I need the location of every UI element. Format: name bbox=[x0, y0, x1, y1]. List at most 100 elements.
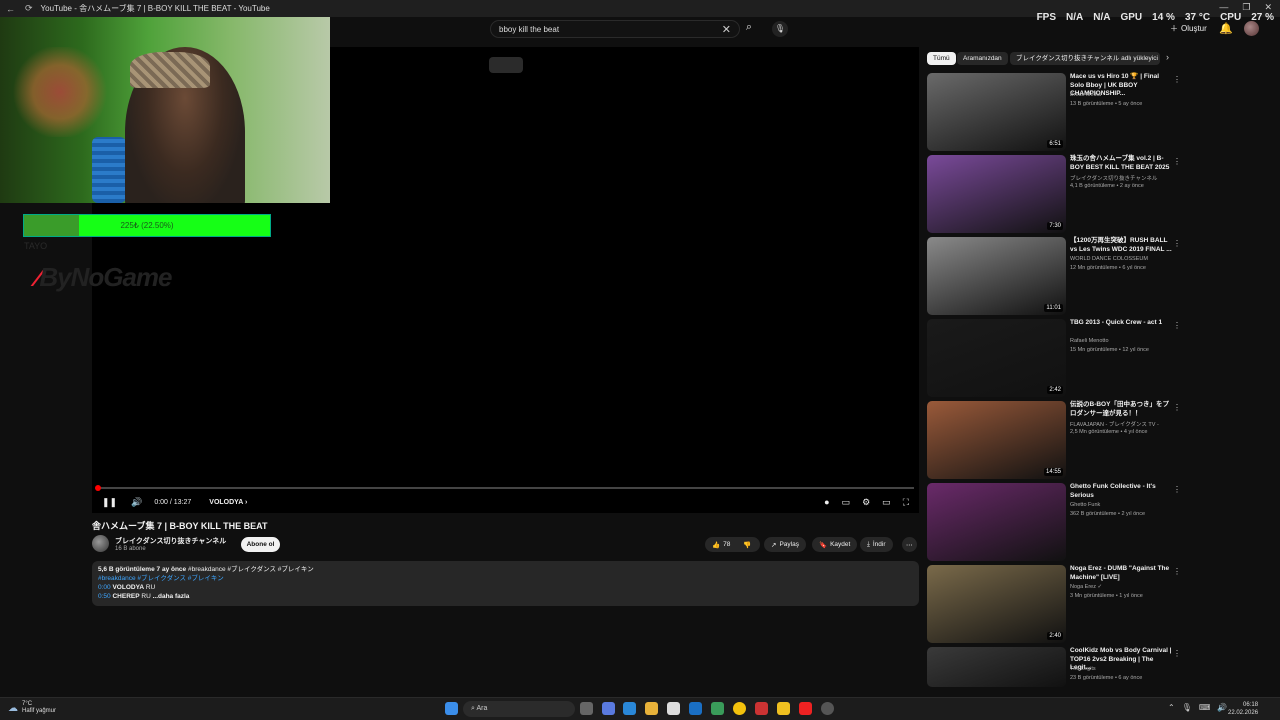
mic-tray-icon[interactable]: 🎙 bbox=[1182, 703, 1192, 712]
reload-icon[interactable]: ⟳ bbox=[25, 3, 33, 14]
recommendation-channel[interactable]: Break Media bbox=[1070, 92, 1101, 98]
chevron-right-icon[interactable]: › bbox=[1166, 52, 1169, 62]
description-box[interactable]: 5,6 B görüntüleme 7 ay önce #breakdance … bbox=[92, 561, 919, 606]
pause-icon[interactable]: ❚❚ bbox=[102, 497, 117, 508]
video-thumbnail[interactable]: 2:42 bbox=[927, 319, 1066, 397]
microphone-icon[interactable]: 🎙 bbox=[772, 21, 788, 37]
hashtags[interactable]: #breakdance #ブレイクダンス #ブレイキン bbox=[188, 566, 314, 573]
thumbs-up-icon[interactable]: 👍 bbox=[712, 541, 720, 549]
chrome-icon[interactable] bbox=[733, 702, 746, 715]
channel-name[interactable]: ブレイクダンス切り抜きチャンネル bbox=[115, 536, 226, 546]
recommendation-title[interactable]: TBG 2013 - Quick Crew - act 1 bbox=[1070, 319, 1174, 328]
like-count[interactable]: 78 bbox=[723, 541, 730, 548]
scrubber-handle[interactable] bbox=[95, 485, 101, 491]
recommendation-channel[interactable]: Noga Erez ✓ bbox=[1070, 584, 1102, 590]
settings-icon[interactable]: ⚙ bbox=[862, 497, 870, 508]
search-input[interactable] bbox=[499, 24, 722, 34]
more-vert-icon[interactable]: ⋮ bbox=[1173, 239, 1181, 248]
network-icon[interactable]: ⌨ bbox=[1199, 703, 1211, 712]
progress-bar[interactable] bbox=[95, 485, 914, 491]
store-icon[interactable] bbox=[667, 702, 680, 715]
more-vert-icon[interactable]: ⋮ bbox=[1173, 567, 1181, 576]
recommendation-channel[interactable]: Ghetto Funk bbox=[1070, 502, 1100, 508]
recommendation-channel[interactable]: ブレイクダンス切り抜きチャンネル bbox=[1070, 174, 1157, 182]
outlook-icon[interactable] bbox=[689, 702, 702, 715]
taskbar-search[interactable]: ⌕ Ara bbox=[463, 701, 575, 717]
recommendation-item[interactable]: 7:30 珠玉の舎ハメムーブ集 vol.2 | B-BOY BEST KILL T… bbox=[927, 155, 1187, 233]
recommendation-item[interactable]: Ghetto Funk Collective - It's Serious Ghe… bbox=[927, 483, 1187, 561]
channel-avatar[interactable] bbox=[92, 535, 109, 552]
more-vert-icon[interactable]: ⋮ bbox=[1173, 485, 1181, 494]
app-yellow-icon[interactable] bbox=[777, 702, 790, 715]
download-button[interactable]: ⤓ İndir bbox=[860, 537, 893, 552]
bell-icon[interactable]: 🔔 bbox=[1219, 22, 1233, 35]
youtube-icon[interactable] bbox=[799, 702, 812, 715]
more-vert-icon[interactable]: ⋮ bbox=[1173, 403, 1181, 412]
video-thumbnail[interactable]: 7:30 bbox=[927, 155, 1066, 233]
clear-search-icon[interactable]: ✕ bbox=[722, 23, 731, 36]
recommendation-item[interactable]: 6:51 Mace us vs Hiro 10 🏆 | Final Solo Bb… bbox=[927, 73, 1187, 151]
recommendation-title[interactable]: 珠玉の舎ハメムーブ集 vol.2 | B-BOY BEST KILL THE B… bbox=[1070, 155, 1174, 172]
chip-all[interactable]: Tümü bbox=[927, 52, 956, 65]
chevron-up-icon[interactable]: ⌃ bbox=[1168, 703, 1175, 712]
recommendation-item[interactable]: 11:01 【1200万再生突破】RUSH BALL vs Les Twins W… bbox=[927, 237, 1187, 315]
theater-mode-icon[interactable]: ▭ bbox=[882, 497, 891, 508]
fullscreen-icon[interactable]: ⛶ bbox=[903, 497, 909, 508]
video-thumbnail[interactable] bbox=[927, 647, 1066, 687]
recommendation-channel[interactable]: The Legits bbox=[1070, 666, 1096, 672]
volume-icon[interactable]: 🔊 bbox=[131, 497, 142, 508]
clock[interactable]: 06:18 22.02.2026 bbox=[1228, 701, 1258, 717]
recommendation-item[interactable]: 14:55 伝説のB-BOY「田中あつき」をプロダンサー達が見る！！ FLAVAJA… bbox=[927, 401, 1187, 479]
more-vert-icon[interactable]: ⋮ bbox=[1173, 157, 1181, 166]
autoplay-toggle-icon[interactable]: ● bbox=[824, 497, 829, 508]
weather-widget[interactable]: ☁ 7°C Hafif yağmur bbox=[8, 701, 56, 715]
recommendation-item[interactable]: CoolKidz Mob vs Body Carnival | TOP16 2v… bbox=[927, 647, 1187, 687]
chip-uploader[interactable]: ブレイクダンス切り抜きチャンネル adlı yükleyici bbox=[1010, 52, 1160, 65]
app-red-icon[interactable] bbox=[755, 702, 768, 715]
file-explorer-icon[interactable] bbox=[645, 702, 658, 715]
speaker-icon[interactable]: 🔊 bbox=[1217, 703, 1227, 712]
duration-badge: 2:40 bbox=[1047, 632, 1063, 640]
recommendation-title[interactable]: Noga Erez - DUMB "Against The Machine" [… bbox=[1070, 565, 1174, 582]
recommendation-channel[interactable]: WORLD DANCE COLOSSEUM bbox=[1070, 256, 1148, 262]
timestamp-link[interactable]: 0:00 bbox=[98, 584, 111, 591]
app-icon[interactable] bbox=[711, 702, 724, 715]
share-button[interactable]: ↗ Paylaş bbox=[764, 537, 806, 552]
chip-from-search[interactable]: Aramanızdan bbox=[957, 52, 1008, 65]
show-more-link[interactable]: ...daha fazla bbox=[153, 593, 190, 600]
duration-badge: 2:42 bbox=[1047, 386, 1063, 394]
recommendation-item[interactable]: 2:42 TBG 2013 - Quick Crew - act 1 Rafaeli… bbox=[927, 319, 1187, 397]
more-actions-button[interactable]: ⋯ bbox=[902, 537, 917, 552]
create-button[interactable]: ＋ Oluştur bbox=[1170, 23, 1207, 34]
timestamp-link[interactable]: 0:50 bbox=[98, 593, 111, 600]
copilot-icon[interactable] bbox=[602, 702, 615, 715]
chapter-label[interactable]: VOLODYA › bbox=[209, 499, 247, 506]
subscribe-button[interactable]: Abone ol bbox=[241, 537, 280, 552]
recommendation-channel[interactable]: Rafaeli Menotto bbox=[1070, 338, 1109, 344]
search-box[interactable]: ✕ bbox=[490, 20, 740, 38]
recommendation-title[interactable]: 【1200万再生突破】RUSH BALL vs Les Twins WDC 20… bbox=[1070, 237, 1174, 254]
more-vert-icon[interactable]: ⋮ bbox=[1173, 649, 1181, 658]
thumbs-down-icon[interactable]: 👎 bbox=[743, 541, 751, 549]
more-vert-icon[interactable]: ⋮ bbox=[1173, 75, 1181, 84]
search-icon[interactable]: ⌕ bbox=[741, 21, 757, 37]
obs-icon[interactable] bbox=[821, 702, 834, 715]
video-thumbnail[interactable]: 14:55 bbox=[927, 401, 1066, 479]
description-hashtags[interactable]: #breakdance #ブレイクダンス #ブレイキン bbox=[98, 574, 913, 583]
video-thumbnail[interactable]: 2:40 bbox=[927, 565, 1066, 643]
video-thumbnail[interactable]: 6:51 bbox=[927, 73, 1066, 151]
video-thumbnail[interactable] bbox=[927, 483, 1066, 561]
recommendation-item[interactable]: 2:40 Noga Erez - DUMB "Against The Machin… bbox=[927, 565, 1187, 643]
save-button[interactable]: 🔖 Kaydet bbox=[812, 537, 858, 552]
recommendation-title[interactable]: Ghetto Funk Collective - It's Serious bbox=[1070, 483, 1174, 500]
edge-icon[interactable] bbox=[623, 702, 636, 715]
more-vert-icon[interactable]: ⋮ bbox=[1173, 321, 1181, 330]
recommendation-title[interactable]: 伝説のB-BOY「田中あつき」をプロダンサー達が見る！！ bbox=[1070, 401, 1174, 418]
recommendation-channel[interactable]: FLAVAJAPAN - ブレイクダンス TV - bbox=[1070, 420, 1159, 428]
task-view-icon[interactable] bbox=[580, 702, 593, 715]
avatar[interactable] bbox=[1244, 21, 1259, 36]
video-thumbnail[interactable]: 11:01 bbox=[927, 237, 1066, 315]
subtitles-icon[interactable]: ▭ bbox=[842, 497, 851, 508]
arrow-left-icon[interactable]: ← bbox=[6, 4, 15, 14]
windows-start-icon[interactable] bbox=[445, 702, 458, 715]
